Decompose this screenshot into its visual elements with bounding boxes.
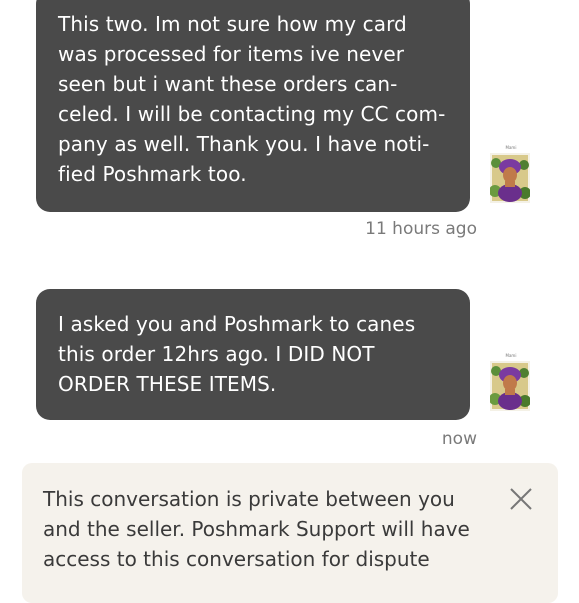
- avatar[interactable]: Mami: [490, 145, 530, 203]
- privacy-notice: This conversation is private between you…: [22, 463, 558, 603]
- close-icon: [510, 488, 532, 510]
- message-timestamp: now: [441, 429, 477, 449]
- avatar-label: Mami: [505, 145, 517, 150]
- message-text: This two. Im not sure how my card was pr…: [58, 12, 446, 186]
- close-button[interactable]: [509, 487, 533, 511]
- avatar-label: Mami: [505, 353, 517, 358]
- message-bubble[interactable]: I asked you and Poshmark to canes this o…: [36, 289, 470, 420]
- profile-photo-icon: [490, 361, 530, 411]
- avatar[interactable]: Mami: [490, 353, 530, 411]
- profile-photo-icon: [490, 153, 530, 203]
- message-text: I asked you and Poshmark to canes this o…: [58, 312, 416, 396]
- message-bubble[interactable]: This two. Im not sure how my card was pr…: [36, 0, 470, 212]
- privacy-notice-text: This conversation is private between you…: [43, 487, 470, 571]
- message-timestamp: 11 hours ago: [365, 219, 477, 239]
